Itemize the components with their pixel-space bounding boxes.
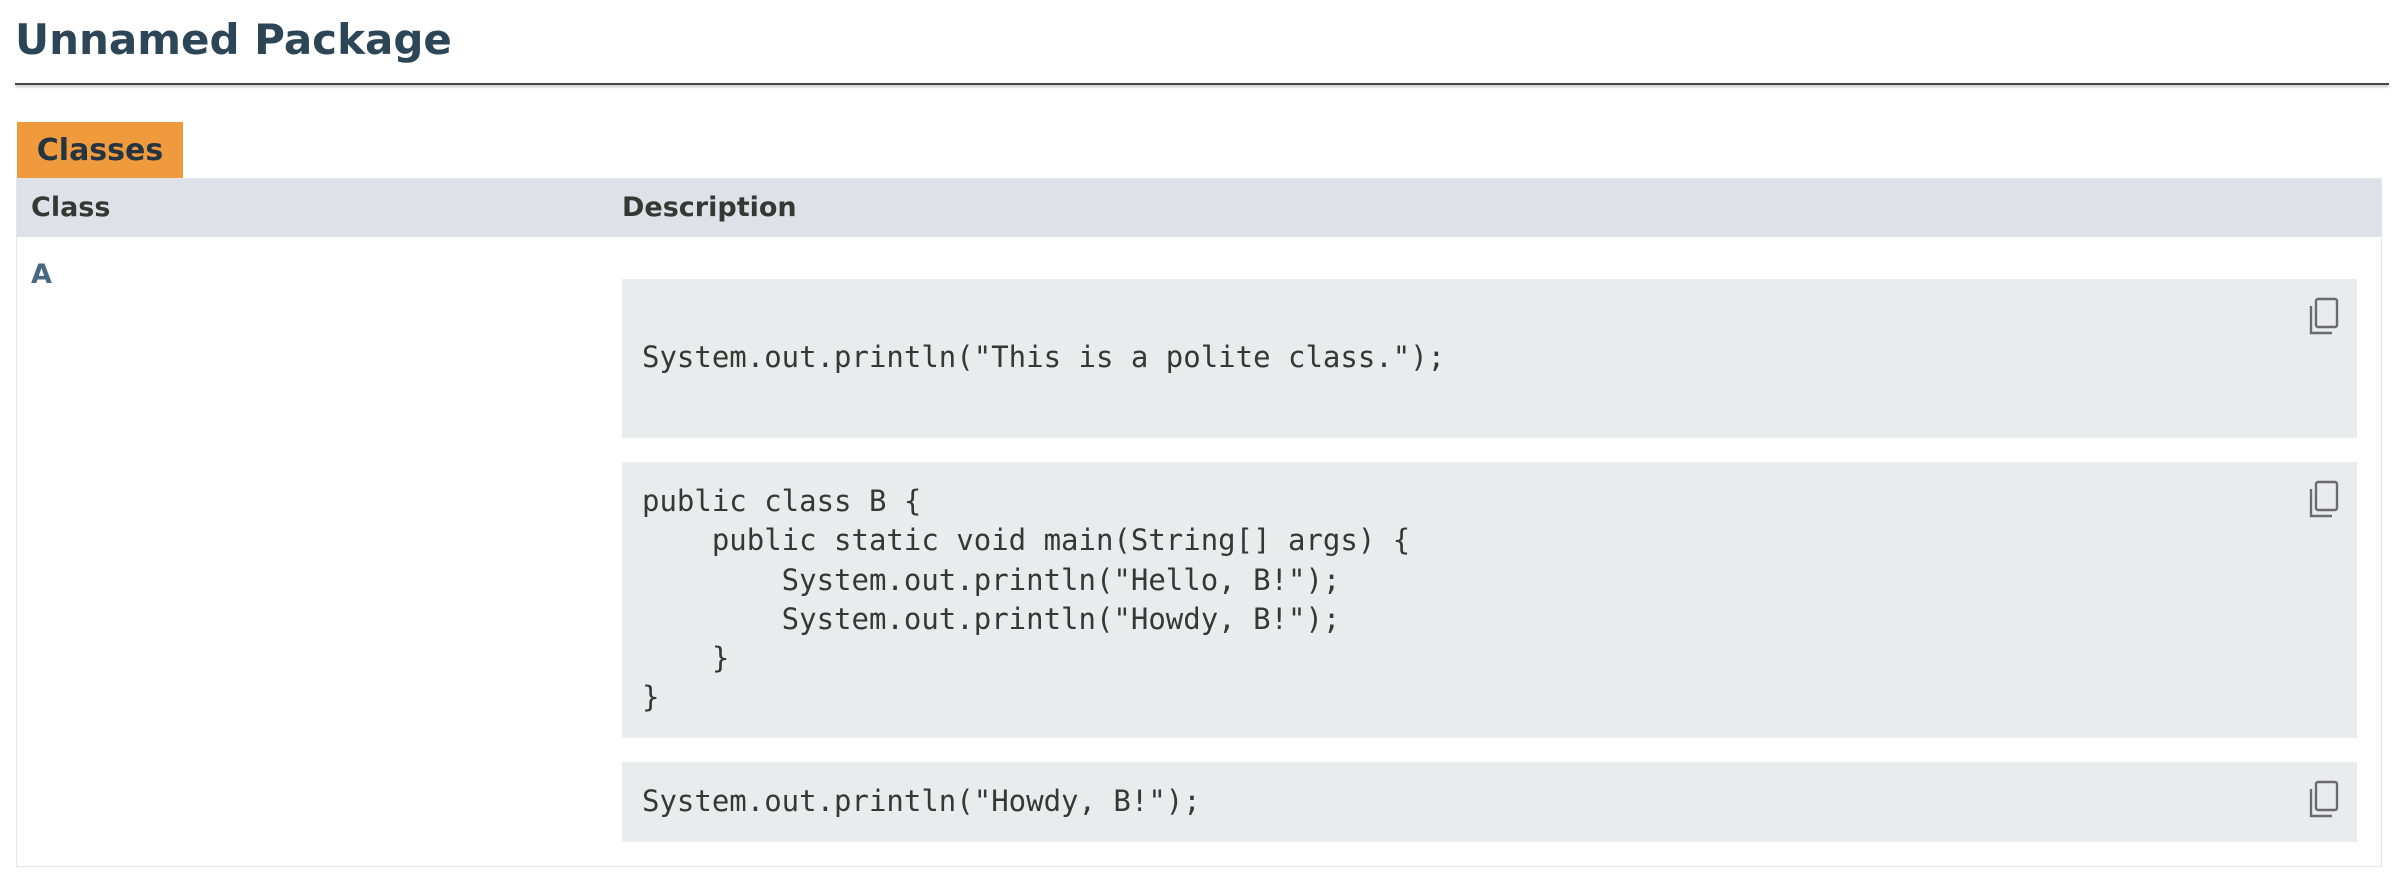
tab-classes[interactable]: Classes [17,122,183,178]
copy-button[interactable] [2307,297,2341,337]
copy-icon [2309,297,2339,335]
code-snippet: System.out.println("This is a polite cla… [642,340,1446,375]
code-snippet: public class B { public static void main… [642,484,1411,715]
copy-button[interactable] [2307,780,2341,820]
class-link-a[interactable]: A [31,255,52,295]
code-snippet: System.out.println("Howdy, B!"); [642,784,1201,818]
page-title: Unnamed Package [15,15,452,64]
title-divider [15,83,2389,85]
table-header-row: Class Description [17,179,2381,237]
tab-classes-label: Classes [36,132,164,168]
column-header-description: Description [622,192,797,223]
copy-icon [2309,780,2339,818]
classes-table: Class Description A System.out.println("… [16,178,2382,867]
column-header-class: Class [31,192,111,223]
code-block-3: System.out.println("Howdy, B!"); [622,762,2357,842]
code-block-2: public class B { public static void main… [622,462,2357,738]
code-block-1: System.out.println("This is a polite cla… [622,279,2357,438]
copy-icon [2309,480,2339,518]
copy-button[interactable] [2307,480,2341,520]
